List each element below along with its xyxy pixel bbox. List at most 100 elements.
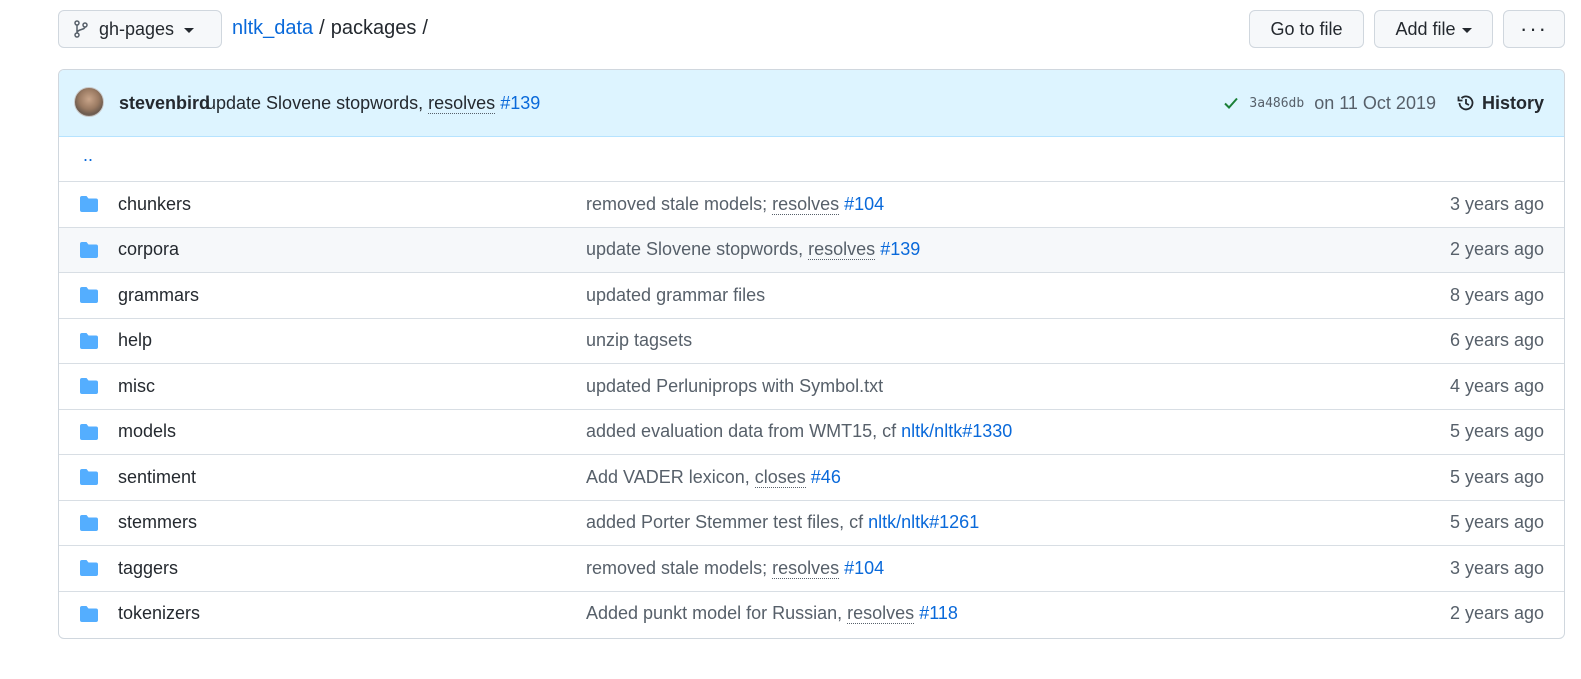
chevron-down-icon — [1461, 27, 1472, 33]
directory-link[interactable]: chunkers — [118, 194, 191, 215]
parent-directory-link[interactable]: .. — [83, 145, 93, 166]
folder-icon — [79, 514, 99, 532]
commit-keyword: closes — [754, 466, 806, 488]
commit-message: Added punkt model for Russian, resolves … — [586, 603, 958, 625]
table-row[interactable]: misc updated Perluniprops with Symbol.tx… — [59, 363, 1564, 409]
commit-age: 2 years ago — [1449, 239, 1544, 260]
table-row[interactable]: stemmers added Porter Stemmer test files… — [59, 499, 1564, 546]
table-row[interactable]: grammars updated grammar files 8 years a… — [59, 272, 1564, 318]
commit-message-text: unzip tagsets — [586, 330, 693, 351]
commit-keyword: resolves — [772, 557, 840, 579]
commit-message: update Slovene stopwords, resolves #139 — [586, 239, 920, 261]
commit-message-text: removed stale models; — [586, 193, 773, 214]
check-icon[interactable] — [1223, 95, 1239, 111]
directory-link[interactable]: help — [118, 330, 152, 351]
commit-message-text: Add VADER lexicon, — [586, 466, 755, 487]
commit-age: 2 years ago — [1449, 603, 1544, 624]
commit-message: updated Perluniprops with Symbol.txt — [586, 376, 883, 397]
more-options-button[interactable]: ··· — [1503, 10, 1565, 48]
table-row[interactable]: models added evaluation data from WMT15,… — [59, 408, 1564, 455]
commit-message-text: Added punkt model for Russian, — [586, 603, 848, 624]
breadcrumb-repo-link[interactable]: nltk_data — [232, 17, 313, 40]
table-row[interactable]: help unzip tagsets 6 years ago — [59, 317, 1564, 364]
directory-link[interactable]: models — [118, 421, 176, 442]
commit-message: removed stale models; resolves #104 — [586, 557, 884, 579]
commit-keyword: resolves — [847, 603, 915, 625]
directory-link[interactable]: taggers — [118, 558, 178, 579]
commit-keyword: resolves — [428, 92, 496, 114]
commit-message-text: update Slovene stopwords, — [206, 92, 429, 113]
git-branch-icon — [73, 20, 89, 38]
parent-directory-row[interactable]: .. — [59, 137, 1564, 181]
commit-message-text: update Slovene stopwords, — [586, 239, 809, 260]
commit-message: removed stale models; resolves #104 — [586, 193, 884, 215]
commit-age: 5 years ago — [1449, 466, 1544, 487]
table-row[interactable]: corpora update Slovene stopwords, resolv… — [59, 226, 1564, 272]
commit-age: 5 years ago — [1449, 512, 1544, 533]
commit-message: update Slovene stopwords, resolves #139 — [206, 92, 540, 114]
commit-age: 3 years ago — [1449, 193, 1544, 214]
folder-icon — [79, 605, 99, 623]
folder-icon — [79, 195, 99, 213]
issue-link[interactable]: #104 — [844, 558, 884, 578]
commit-message-text: added Porter Stemmer test files, cf — [586, 512, 869, 533]
commit-meta: 3a486db on 11 Oct 2019 History — [1223, 93, 1544, 114]
folder-icon — [79, 332, 99, 350]
avatar[interactable] — [74, 87, 104, 117]
breadcrumb-separator: / — [422, 17, 428, 39]
file-browser: stevenbird update Slovene stopwords, res… — [58, 69, 1565, 639]
clock-history-icon — [1456, 93, 1476, 113]
folder-icon — [79, 559, 99, 577]
commit-issue-link[interactable]: #139 — [500, 93, 540, 113]
folder-icon — [79, 468, 99, 486]
branch-selector-button[interactable]: gh-pages — [58, 10, 222, 48]
folder-icon — [79, 286, 99, 304]
issue-link[interactable]: #118 — [919, 603, 958, 623]
breadcrumb: nltk_data / packages / — [232, 17, 428, 40]
directory-link[interactable]: corpora — [118, 239, 179, 260]
directory-link[interactable]: grammars — [118, 285, 199, 306]
directory-link[interactable]: sentiment — [118, 467, 196, 488]
history-label: History — [1481, 92, 1544, 113]
commit-keyword: resolves — [772, 193, 840, 215]
directory-link[interactable]: misc — [118, 376, 155, 397]
issue-link[interactable]: #46 — [811, 467, 841, 487]
latest-commit-bar: stevenbird update Slovene stopwords, res… — [59, 70, 1564, 137]
commit-sha-link[interactable]: 3a486db — [1249, 96, 1304, 111]
commit-message-text: removed stale models; — [586, 557, 773, 578]
commit-date: on 11 Oct 2019 — [1314, 92, 1436, 113]
folder-icon — [79, 241, 99, 259]
commit-message: added evaluation data from WMT15, cf nlt… — [586, 421, 1012, 442]
branch-name: gh-pages — [99, 18, 175, 39]
commit-message: unzip tagsets — [586, 330, 692, 351]
folder-icon — [79, 377, 99, 395]
add-file-button[interactable]: Add file — [1374, 10, 1493, 48]
issue-link[interactable]: nltk/nltk#1261 — [868, 512, 979, 532]
commit-message: Add VADER lexicon, closes #46 — [586, 466, 841, 488]
issue-link[interactable]: #139 — [880, 239, 920, 259]
go-to-file-button[interactable]: Go to file — [1249, 10, 1364, 48]
commit-age: 5 years ago — [1449, 421, 1544, 442]
add-file-label: Add file — [1395, 18, 1456, 39]
directory-link[interactable]: stemmers — [118, 512, 197, 533]
commit-message-text: updated grammar files — [586, 284, 766, 305]
directory-link[interactable]: tokenizers — [118, 603, 200, 624]
table-row[interactable]: sentiment Add VADER lexicon, closes #46 … — [59, 454, 1564, 500]
breadcrumb-separator: / — [319, 17, 325, 39]
commit-age: 6 years ago — [1449, 330, 1544, 351]
issue-link[interactable]: nltk/nltk#1330 — [901, 421, 1012, 441]
commit-message: updated grammar files — [586, 285, 765, 306]
commit-age: 4 years ago — [1449, 375, 1544, 396]
history-link[interactable]: History — [1456, 93, 1544, 114]
commit-message-text: updated Perluniprops with Symbol.txt — [586, 375, 884, 396]
commit-age: 8 years ago — [1449, 284, 1544, 305]
table-row[interactable]: chunkers removed stale models; resolves … — [59, 181, 1564, 227]
chevron-down-icon — [184, 27, 195, 33]
commit-keyword: resolves — [808, 239, 876, 261]
issue-link[interactable]: #104 — [844, 194, 884, 214]
commit-author-link[interactable]: stevenbird — [119, 93, 210, 114]
commit-message-text: added evaluation data from WMT15, cf — [586, 421, 902, 442]
table-row[interactable]: tokenizers Added punkt model for Russian… — [59, 590, 1564, 637]
table-row[interactable]: taggers removed stale models; resolves #… — [59, 545, 1564, 591]
commit-age: 3 years ago — [1449, 557, 1544, 578]
